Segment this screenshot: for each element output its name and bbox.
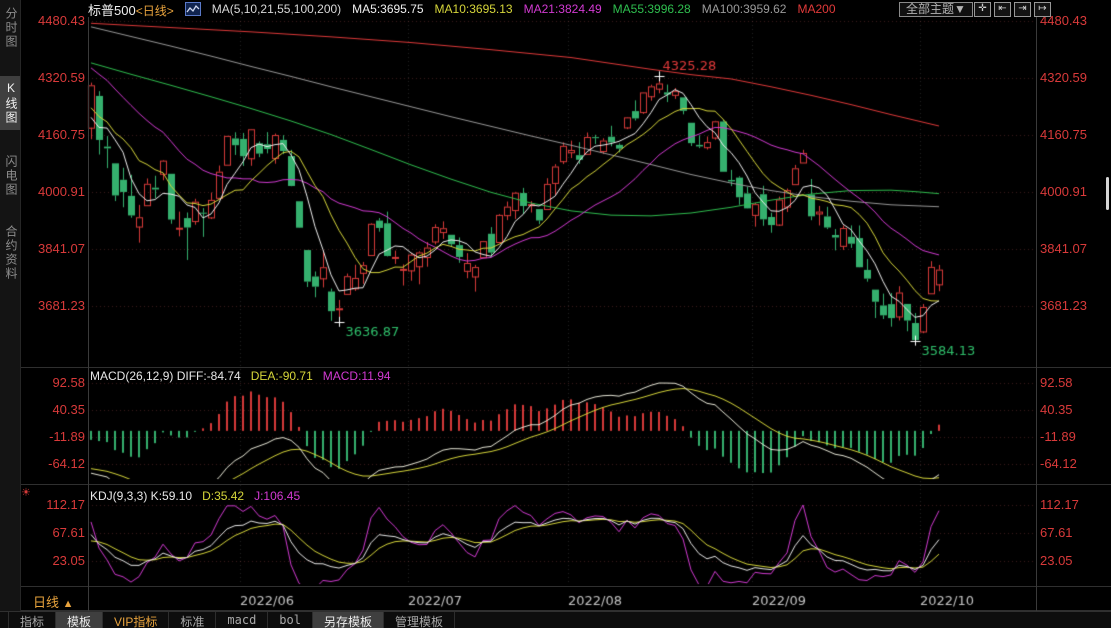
kdj-d-value: D:35.42 bbox=[202, 489, 244, 503]
ma55-value: MA55:3996.28 bbox=[613, 2, 691, 16]
macd-diff-value: MACD(26,12,9) DIFF:-84.74 bbox=[90, 369, 241, 383]
tab-bol[interactable]: bol bbox=[268, 612, 313, 628]
chart-toolbar: ✛ ⇤ ⇥ ↦ bbox=[974, 2, 1051, 17]
price-axis-label: 4320.59 bbox=[20, 70, 85, 85]
sidebar-item-flash[interactable]: 闪电图 bbox=[0, 150, 20, 202]
tab-macd[interactable]: macd bbox=[216, 612, 268, 628]
kdj-header: KDJ(9,3,3) K:59.10 D:35.42 J:106.45 bbox=[90, 489, 300, 503]
macd-axis-label: -11.89 bbox=[1040, 429, 1110, 444]
expand-axis-icon[interactable]: ⇥ bbox=[1014, 2, 1031, 17]
plot-right-border bbox=[1036, 17, 1037, 611]
ma5-value: MA5:3695.75 bbox=[352, 2, 423, 16]
price-axis-label: 4160.75 bbox=[20, 127, 85, 142]
macd-axis-label: 92.58 bbox=[1040, 375, 1110, 390]
kdj-axis-label: 112.17 bbox=[20, 497, 85, 512]
price-axis-label: 3681.23 bbox=[20, 298, 85, 313]
tab-manage-template[interactable]: 管理模板 bbox=[384, 612, 455, 628]
plot-left-border bbox=[88, 17, 89, 611]
tab-vip-indicators[interactable]: VIP指标 bbox=[103, 612, 169, 628]
macd-axis-label: 40.35 bbox=[1040, 402, 1110, 417]
price-axis-label: 4000.91 bbox=[1040, 184, 1110, 199]
panel-divider bbox=[20, 367, 1111, 368]
ma200-value: MA200 bbox=[797, 2, 835, 16]
price-axis-label: 4160.75 bbox=[1040, 127, 1110, 142]
tab-standard[interactable]: 标准 bbox=[169, 612, 216, 628]
macd-axis-label: -64.12 bbox=[20, 456, 85, 471]
panel-divider bbox=[20, 484, 1111, 485]
ma-params: MA(5,10,21,55,100,200) bbox=[212, 2, 341, 16]
kline-app: 分时图 K线图 闪电图 合约资料 标普500<日线> MA(5,10,21,55… bbox=[0, 0, 1111, 628]
indicator-settings-icon[interactable]: ☀ bbox=[21, 486, 31, 499]
tab-template[interactable]: 模板 bbox=[56, 612, 103, 628]
symbol-title: 标普500<日线> bbox=[88, 0, 174, 19]
ma21-value: MA21:3824.49 bbox=[524, 2, 602, 16]
macd-axis-label: 40.35 bbox=[20, 402, 85, 417]
price-axis-label: 3841.07 bbox=[1040, 241, 1110, 256]
price-axis-label: 4480.43 bbox=[20, 13, 85, 28]
page-right-icon[interactable]: ↦ bbox=[1034, 2, 1051, 17]
price-axis-label: 3681.23 bbox=[1040, 298, 1110, 313]
macd-axis-label: -64.12 bbox=[1040, 456, 1110, 471]
chart-header: 标普500<日线> MA(5,10,21,55,100,200) MA5:369… bbox=[88, 1, 836, 17]
kdj-axis-label: 23.05 bbox=[1040, 553, 1110, 568]
sidebar-item-kline[interactable]: K线图 bbox=[0, 76, 20, 130]
macd-dea-value: DEA:-90.71 bbox=[251, 369, 313, 383]
period-label: <日线> bbox=[136, 4, 174, 18]
kdj-k-value: KDJ(9,3,3) K:59.10 bbox=[90, 489, 192, 503]
kdj-axis-label: 112.17 bbox=[1040, 497, 1110, 512]
ma100-value: MA100:3959.62 bbox=[702, 2, 787, 16]
macd-header: MACD(26,12,9) DIFF:-84.74 DEA:-90.71 MAC… bbox=[90, 369, 391, 383]
line-chart-icon[interactable] bbox=[185, 2, 201, 16]
period-tag[interactable]: 日线 ▲ bbox=[33, 592, 74, 611]
kdj-j-value: J:106.45 bbox=[254, 489, 300, 503]
period-tag-label: 日线 bbox=[33, 595, 59, 610]
kdj-axis-label: 23.05 bbox=[20, 553, 85, 568]
chart-mode-sidebar: 分时图 K线图 闪电图 合约资料 bbox=[0, 0, 21, 628]
price-axis-label: 3841.07 bbox=[20, 241, 85, 256]
price-axis-label: 4320.59 bbox=[1040, 70, 1110, 85]
pan-icon[interactable]: ✛ bbox=[974, 2, 991, 17]
panel-divider bbox=[20, 586, 1111, 587]
symbol-name: 标普500 bbox=[88, 3, 136, 18]
price-axis-label: 4000.91 bbox=[20, 184, 85, 199]
macd-axis-label: -11.89 bbox=[20, 429, 85, 444]
theme-dropdown-button[interactable]: 全部主题▼ bbox=[899, 2, 973, 17]
kdj-axis-label: 67.61 bbox=[20, 525, 85, 540]
ma10-value: MA10:3695.13 bbox=[435, 2, 513, 16]
sidebar-item-timeshare[interactable]: 分时图 bbox=[0, 2, 20, 54]
chart-canvas[interactable] bbox=[0, 0, 1111, 628]
sidebar-item-contract-info[interactable]: 合约资料 bbox=[0, 220, 20, 286]
bottom-tabbar: 指标 模板 VIP指标 标准 macd bol 另存模板 管理模板 bbox=[0, 611, 1111, 628]
macd-axis-label: 92.58 bbox=[20, 375, 85, 390]
kdj-axis-label: 67.61 bbox=[1040, 525, 1110, 540]
tab-save-template[interactable]: 另存模板 bbox=[313, 612, 384, 628]
compress-axis-icon[interactable]: ⇤ bbox=[994, 2, 1011, 17]
triangle-up-icon: ▲ bbox=[63, 598, 74, 610]
right-scrollbar-thumb[interactable] bbox=[1106, 177, 1109, 210]
tab-indicators[interactable]: 指标 bbox=[8, 612, 56, 628]
macd-macd-value: MACD:11.94 bbox=[323, 369, 391, 383]
